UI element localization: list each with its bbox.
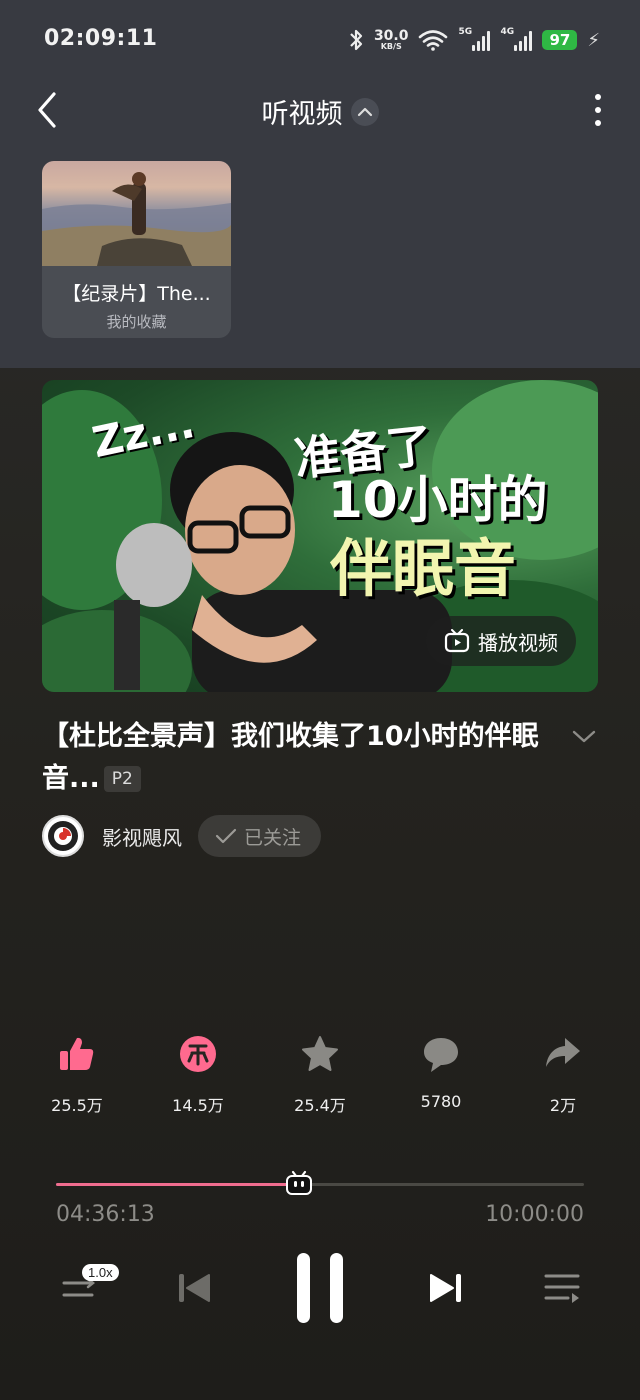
share-icon <box>546 1038 580 1067</box>
header: 听视频 <box>0 80 640 140</box>
video-cover[interactable]: Zz... 准备了 10小时的 伴眠音 播放视频 <box>42 380 598 692</box>
action-bar: 25.5万 14.5万 25.4万 5780 2万 <box>0 1032 640 1122</box>
share-count: 2万 <box>549 1096 577 1115</box>
skip-next-icon <box>430 1274 461 1302</box>
video-title: 【杜比全景声】我们收集了10小时的伴眠音... P2 <box>42 716 542 800</box>
progress-fill <box>56 1183 299 1186</box>
top-panel: 02:09:11 30.0 KB/S 5G 4G 97 ⚡ 听视频 【纪录片】T… <box>0 0 640 368</box>
wifi-icon <box>419 30 448 51</box>
comment-icon <box>424 1038 458 1072</box>
share-button[interactable]: 2万 <box>508 1032 618 1116</box>
play-video-label: 播放视频 <box>478 630 558 655</box>
chevron-down-icon <box>572 730 596 743</box>
comment-button[interactable]: 5780 <box>386 1032 496 1111</box>
title-dropdown[interactable]: 听视频 <box>0 92 640 131</box>
pause-icon <box>297 1253 343 1323</box>
landscape-image <box>42 172 231 266</box>
progress-slider[interactable] <box>56 1170 584 1200</box>
comment-count: 5780 <box>420 1092 462 1111</box>
battery-indicator: 97 <box>542 30 578 50</box>
check-icon <box>215 828 237 844</box>
speed-badge: 1.0x <box>82 1264 119 1281</box>
expand-description-button[interactable] <box>570 724 598 748</box>
coin-button[interactable]: 14.5万 <box>143 1032 253 1116</box>
author-name[interactable]: 影视飓风 <box>102 822 182 851</box>
dot <box>595 120 601 126</box>
card-thumbnail <box>42 161 231 266</box>
channel-logo-icon <box>48 821 78 851</box>
card-subtitle: 我的收藏 <box>106 313 167 331</box>
star-icon <box>302 1036 338 1071</box>
tv-play-icon <box>444 629 470 653</box>
charging-icon: ⚡ <box>587 29 600 51</box>
like-count: 25.5万 <box>51 1096 103 1115</box>
progress-thumb-tv-icon[interactable] <box>285 1170 313 1196</box>
bluetooth-icon <box>350 29 363 51</box>
next-button[interactable] <box>426 1268 466 1308</box>
status-time: 02:09:11 <box>44 26 158 51</box>
current-time: 04:36:13 <box>56 1202 155 1227</box>
cover-text-line-3: 伴眠音 <box>330 532 517 605</box>
playlist-card[interactable]: 【纪录片】The... 我的收藏 <box>42 161 231 338</box>
like-button[interactable]: 25.5万 <box>22 1032 132 1116</box>
signal-4g-icon: 4G <box>500 27 533 51</box>
dot <box>595 107 601 113</box>
thumbs-up-icon <box>60 1037 94 1070</box>
coin-count: 14.5万 <box>172 1096 224 1115</box>
play-video-button[interactable]: 播放视频 <box>426 616 576 666</box>
card-title: 【纪录片】The... <box>62 283 211 305</box>
pause-button[interactable] <box>290 1250 350 1326</box>
previous-button[interactable] <box>174 1268 214 1308</box>
author-row: 影视飓风 已关注 <box>42 814 322 858</box>
playlist-button[interactable] <box>540 1268 584 1308</box>
part-badge: P2 <box>103 766 141 792</box>
dot <box>595 94 601 100</box>
signal-5g-icon: 5G <box>458 27 491 51</box>
playlist-icon <box>544 1274 580 1303</box>
follow-label: 已关注 <box>244 826 302 849</box>
coin-icon <box>180 1036 216 1072</box>
playback-controls: 1.0x <box>0 1250 640 1330</box>
follow-button[interactable]: 已关注 <box>198 815 322 857</box>
favorite-count: 25.4万 <box>294 1096 346 1115</box>
net-speed: 30.0 KB/S <box>373 28 409 51</box>
author-avatar[interactable] <box>42 815 84 857</box>
favorite-button[interactable]: 25.4万 <box>265 1032 375 1116</box>
more-button[interactable] <box>586 92 610 128</box>
skip-previous-icon <box>179 1274 210 1302</box>
page-title: 听视频 <box>261 99 343 130</box>
chevron-up-icon <box>350 97 379 126</box>
status-icons: 30.0 KB/S 5G 4G 97 ⚡ <box>348 24 600 56</box>
total-time: 10:00:00 <box>485 1202 584 1227</box>
status-bar: 02:09:11 30.0 KB/S 5G 4G 97 ⚡ <box>0 0 640 80</box>
